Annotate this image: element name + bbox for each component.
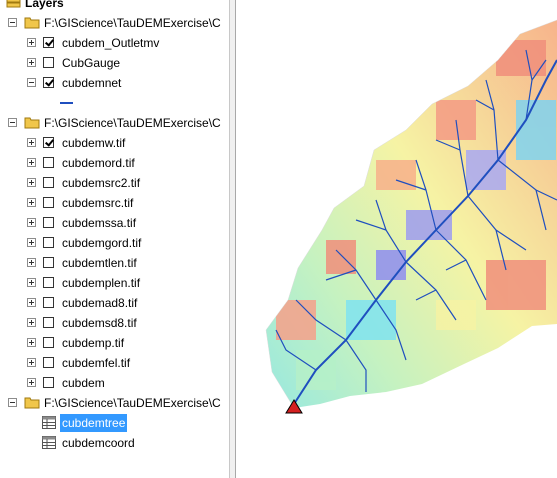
collapse-toggle[interactable] [8,18,17,27]
layer-visibility-checkbox[interactable] [43,157,54,168]
expand-toggle[interactable] [27,338,36,347]
layer-visibility-checkbox[interactable] [43,37,54,48]
layer-name: cubdemw.tif [62,136,126,150]
layer-visibility-checkbox[interactable] [43,257,54,268]
layer-visibility-checkbox[interactable] [43,277,54,288]
layer-visibility-checkbox[interactable] [43,77,54,88]
layer-visibility-checkbox[interactable] [43,317,54,328]
layer-visibility-checkbox[interactable] [43,197,54,208]
layer-name: cubdemssa.tif [62,216,137,230]
watershed-map [265,19,557,414]
layers-icon [6,0,21,8]
expand-toggle[interactable] [27,178,36,187]
expand-toggle[interactable] [27,378,36,387]
layer-visibility-checkbox[interactable] [43,337,54,348]
layer-visibility-checkbox[interactable] [43,57,54,68]
expand-toggle[interactable] [27,358,36,367]
table-of-contents: Layers F:\GIScience\TauDEMExercise\C cub… [0,0,229,478]
layers-title: Layers [25,0,64,10]
layer-visibility-checkbox[interactable] [43,137,54,148]
layer-name: cubdemtlen.tif [62,256,137,270]
layer-name: cubdemfel.tif [62,356,131,370]
layer-visibility-checkbox[interactable] [43,177,54,188]
group-path-label: F:\GIScience\TauDEMExercise\C [44,396,221,410]
expand-toggle[interactable] [27,38,36,47]
expand-toggle[interactable] [27,238,36,247]
expand-toggle[interactable] [27,318,36,327]
layer-visibility-checkbox[interactable] [43,297,54,308]
layer-name: cubdemp.tif [62,336,125,350]
layer-name: cubdemsrc.tif [62,196,134,210]
layer-name: cubdemnet [62,76,122,90]
layer-name: cubdemord.tif [62,156,135,170]
layer-name: cubdem_Outletmv [62,36,160,50]
collapse-toggle[interactable] [8,118,17,127]
layer-visibility-checkbox[interactable] [43,237,54,248]
map-view[interactable] [236,0,557,478]
layer-name: CubGauge [62,56,121,70]
table-icon [42,436,56,449]
expand-toggle[interactable] [27,278,36,287]
expand-toggle[interactable] [27,298,36,307]
table-name: cubdemtree [60,414,128,432]
panel-splitter[interactable] [229,0,236,478]
expand-toggle[interactable] [27,58,36,67]
stream-legend-symbol [60,102,73,104]
collapse-toggle[interactable] [8,398,17,407]
expand-toggle[interactable] [27,258,36,267]
expand-toggle[interactable] [27,218,36,227]
layer-visibility-checkbox[interactable] [43,217,54,228]
layer-visibility-checkbox[interactable] [43,357,54,368]
folder-icon [24,17,40,29]
layer-name: cubdemgord.tif [62,236,142,250]
folder-icon [24,397,40,409]
group-path-label: F:\GIScience\TauDEMExercise\C [44,16,221,30]
expand-toggle[interactable] [27,158,36,167]
expand-toggle[interactable] [27,138,36,147]
layer-name: cubdemplen.tif [62,276,141,290]
layer-name: cubdemad8.tif [62,296,138,310]
group-path-label: F:\GIScience\TauDEMExercise\C [44,116,221,130]
layer-visibility-checkbox[interactable] [43,377,54,388]
expand-toggle[interactable] [27,198,36,207]
table-icon [42,416,56,429]
collapse-toggle[interactable] [27,78,36,87]
layer-name: cubdemsrc2.tif [62,176,141,190]
layer-name: cubdem [62,376,105,390]
folder-icon [24,117,40,129]
table-name: cubdemcoord [62,436,135,450]
layer-name: cubdemsd8.tif [62,316,137,330]
